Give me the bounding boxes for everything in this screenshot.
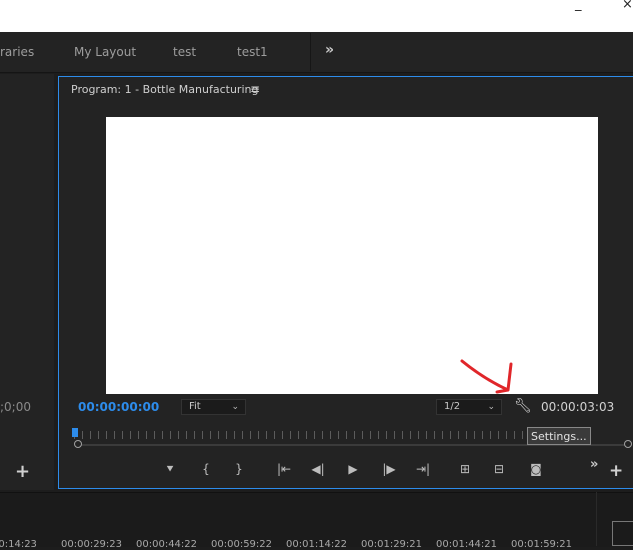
- timeline-ruler-label: 00:00:44:22: [136, 539, 198, 550]
- close-icon[interactable]: ×: [622, 0, 633, 11]
- playhead-marker[interactable]: [72, 428, 78, 437]
- chevron-down-icon: ⌄: [487, 402, 495, 412]
- annotation-arrow: [460, 359, 513, 394]
- export-frame-button[interactable]: ◙: [527, 462, 545, 476]
- zoom-level-value: Fit: [189, 401, 201, 412]
- go-to-in-button[interactable]: |⇤: [275, 462, 293, 476]
- zoom-scroll-right-handle[interactable]: [624, 440, 632, 448]
- settings-tooltip: Settings...: [527, 427, 591, 445]
- timeline-divider: [596, 492, 597, 546]
- step-forward-button[interactable]: |▶: [380, 462, 398, 476]
- controls-overflow-chevron-icon[interactable]: »: [590, 457, 598, 472]
- go-to-out-button[interactable]: ⇥|: [414, 462, 432, 476]
- minimize-icon[interactable]: _: [575, 0, 582, 11]
- timeline-ruler-label: 00:14:23: [0, 539, 37, 550]
- workspace-tab-my-layout[interactable]: My Layout: [74, 45, 136, 59]
- timeline-ruler-label: 00:01:29:21: [361, 539, 423, 550]
- step-back-button[interactable]: ◀|: [309, 462, 327, 476]
- tab-divider: [310, 33, 311, 71]
- current-timecode[interactable]: 00:00:00:00: [78, 400, 159, 414]
- mark-out-button[interactable]: }: [230, 462, 248, 476]
- duration-timecode: 00:00:03:03: [541, 400, 615, 414]
- workspace-overflow-chevron-icon[interactable]: »: [325, 42, 334, 58]
- mark-in-button[interactable]: {: [197, 462, 215, 476]
- window-titlebar: [0, 0, 633, 32]
- zoom-level-select[interactable]: Fit ⌄: [181, 399, 246, 415]
- button-editor-add-icon[interactable]: +: [609, 461, 623, 481]
- playback-resolution-value: 1/2: [444, 401, 461, 412]
- timeline-ruler-label: 00:00:59:22: [211, 539, 273, 550]
- timeline-ruler-label: 00:01:59:21: [511, 539, 573, 550]
- source-timecode: ;0;00: [0, 400, 31, 414]
- chevron-down-icon: ⌄: [231, 402, 239, 412]
- lift-button[interactable]: ⊞: [456, 462, 474, 476]
- timeline-tool-icon[interactable]: [612, 521, 633, 546]
- add-marker-button[interactable]: ⯆: [161, 462, 179, 477]
- playback-resolution-select[interactable]: 1/2 ⌄: [436, 399, 502, 415]
- workspace-tab-test1[interactable]: test1: [237, 45, 268, 59]
- timeline-ruler-label: 00:00:29:23: [61, 539, 123, 550]
- workspace-tab-libraries[interactable]: raries: [0, 45, 34, 59]
- panel-menu-icon[interactable]: ≡: [250, 82, 260, 96]
- workspace-tab-test[interactable]: test: [173, 45, 196, 59]
- program-video-frame: [106, 117, 598, 394]
- timeline-ruler-label: 00:01:14:22: [286, 539, 348, 550]
- extract-button[interactable]: ⊟: [490, 462, 508, 476]
- source-panel: [0, 74, 54, 490]
- source-add-button[interactable]: +: [15, 461, 30, 482]
- program-monitor-title[interactable]: Program: 1 - Bottle Manufacturing: [71, 83, 258, 96]
- play-button[interactable]: ▶: [344, 462, 362, 476]
- time-ruler[interactable]: [74, 431, 524, 439]
- timeline-ruler-label: 00:01:44:21: [436, 539, 498, 550]
- zoom-scroll-left-handle[interactable]: [74, 440, 82, 448]
